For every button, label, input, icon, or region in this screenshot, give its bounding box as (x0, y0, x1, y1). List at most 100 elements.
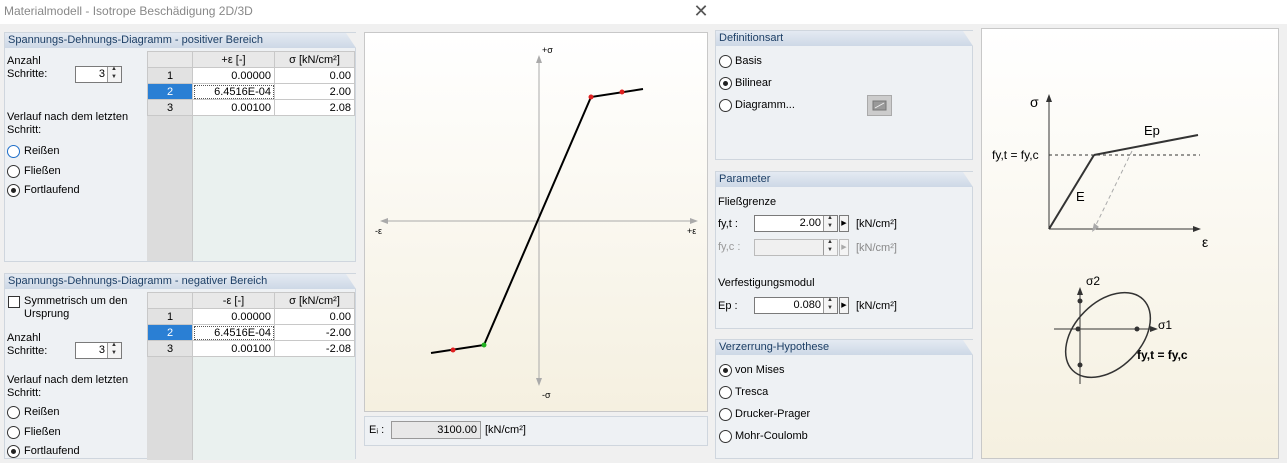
hardening-branch (1093, 134, 1199, 156)
radio-fliessen[interactable] (7, 426, 20, 439)
cell-sigma[interactable]: 0.00 (274, 308, 355, 325)
ep-spinner[interactable]: 0.080 (754, 297, 838, 314)
row-number[interactable]: 3 (147, 99, 193, 116)
table-row[interactable]: 2 6.4516E-04 2.00 (147, 83, 355, 100)
column-header-eps: +ε [-] (192, 51, 275, 68)
unload-line (1093, 150, 1133, 230)
row-number[interactable]: 1 (147, 67, 193, 84)
negative-range-group: Spannungs-Dehnungs-Diagramm - negativer … (4, 273, 356, 460)
positive-steps-spinner[interactable]: 3 (75, 66, 122, 83)
column-header-sigma: σ [kN/cm²] (274, 292, 355, 309)
fyt-label: fy,t : (718, 218, 738, 230)
close-icon[interactable]: ✕ (690, 0, 712, 22)
sigma2-label: σ2 (1086, 274, 1100, 288)
ep-arrow-button[interactable]: ▶ (839, 297, 849, 314)
cell-eps[interactable]: 6.4516E-04 (192, 83, 275, 100)
sigma-arrow (1046, 94, 1052, 102)
radio-drucker-prager[interactable] (719, 408, 732, 421)
fyt-arrow-button[interactable]: ▶ (839, 215, 849, 232)
cell-eps[interactable]: 0.00000 (192, 308, 275, 325)
cell-sigma[interactable]: 0.00 (274, 67, 355, 84)
fyc-spinner (754, 239, 838, 256)
cell-eps[interactable]: 0.00100 (192, 340, 275, 357)
cell-sigma[interactable]: 2.00 (274, 83, 355, 100)
verlauf-label: Verlauf nach dem letzten Schritt: (7, 111, 129, 136)
option-basis-label: Basis (735, 55, 762, 67)
radio-fortlaufend[interactable] (7, 184, 20, 197)
fy2-label: fy,t = fy,c (1137, 348, 1188, 362)
column-header-sigma: σ [kN/cm²] (274, 51, 355, 68)
option-diagramm-label: Diagramm... (735, 99, 795, 111)
fyt-spinner[interactable]: 2.00 (754, 215, 838, 232)
table-row[interactable]: 3 0.00100 2.08 (147, 99, 355, 116)
verfestigungsmodul-label: Verfestigungsmodul (718, 277, 815, 289)
title-bar: Materialmodell - Isotrope Beschädigung 2… (0, 0, 1287, 24)
ellipse-point (1075, 326, 1081, 332)
stress-strain-diagram: +σ -σ -ε +ε (364, 32, 708, 412)
radio-tresca[interactable] (719, 386, 732, 399)
row-number[interactable]: 1 (147, 308, 193, 325)
positive-table: +ε [-] σ [kN/cm²] 1 0.00000 0.00 2 6.4516E-0… (147, 51, 355, 116)
fyc-unit: [kN/cm²] (856, 242, 897, 254)
eps-axis-arrow-left (380, 218, 388, 224)
spinner-arrows-icon[interactable] (107, 342, 121, 358)
fy-label: fy,t = fy,c (992, 148, 1039, 162)
ei-unit: [kN/cm²] (485, 424, 526, 436)
eps-axis-arrow-right (690, 218, 698, 224)
table-row[interactable]: 2 6.4516E-04 -2.00 (147, 324, 355, 341)
diagram-edit-button[interactable] (867, 95, 892, 116)
sigma1-label: σ1 (1158, 318, 1172, 332)
ellipse-point (1077, 298, 1083, 304)
cell-sigma[interactable]: -2.08 (274, 340, 355, 357)
cell-eps[interactable]: 0.00100 (192, 99, 275, 116)
cell-sigma[interactable]: 2.08 (274, 99, 355, 116)
negative-steps-spinner[interactable]: 3 (75, 342, 122, 359)
bilinear-illustration: σ ε fy,t = fy,c Ep E σ2 σ1 fy,t = fy,c (981, 28, 1279, 459)
radio-reissen[interactable] (7, 145, 20, 158)
ei-value-field: 3100.00 (391, 421, 481, 439)
row-number[interactable]: 2 (147, 324, 193, 341)
row-number[interactable]: 2 (147, 83, 193, 100)
option-bilinear-label: Bilinear (735, 77, 772, 89)
epsilon-label: ε (1202, 234, 1208, 250)
cell-sigma[interactable]: -2.00 (274, 324, 355, 341)
radio-fortlaufend[interactable] (7, 445, 20, 458)
parameter-header: Parameter (716, 172, 973, 187)
ellipse-point (1134, 326, 1140, 332)
cell-eps[interactable]: 0.00000 (192, 67, 275, 84)
option-reissen-label: Reißen (24, 145, 60, 157)
definitionsart-group: Definitionsart Basis Bilinear Diagramm..… (715, 30, 973, 160)
radio-von-mises[interactable] (719, 364, 732, 377)
ep-unit: [kN/cm²] (856, 300, 897, 312)
label-plus-sigma: +σ (542, 45, 553, 55)
radio-basis[interactable] (719, 55, 732, 68)
option-fliessen-label: Fließen (24, 426, 61, 438)
ei-row: Eᵢ : 3100.00 [kN/cm²] (364, 416, 708, 446)
radio-reissen[interactable] (7, 406, 20, 419)
spinner-arrows-icon[interactable] (107, 66, 121, 82)
radio-bilinear[interactable] (719, 77, 732, 90)
option-mohr-coulomb-label: Mohr-Coulomb (735, 430, 808, 442)
ep-label: Ep : (718, 300, 738, 312)
sigma-label: σ (1030, 94, 1039, 110)
radio-mohr-coulomb[interactable] (719, 430, 732, 443)
fyc-arrow-button: ▶ (839, 239, 849, 256)
spinner-arrows-icon[interactable] (823, 215, 837, 231)
ellipse-point (1077, 362, 1083, 368)
column-header-eps: -ε [-] (192, 292, 275, 309)
spinner-arrows-icon[interactable] (823, 297, 837, 313)
symmetric-checkbox[interactable] (8, 296, 20, 308)
e-label: E (1076, 189, 1085, 204)
radio-fliessen[interactable] (7, 165, 20, 178)
cell-eps[interactable]: 6.4516E-04 (192, 324, 275, 341)
sigma1-arrow (1150, 326, 1158, 332)
label-plus-eps: +ε (687, 226, 696, 236)
radio-diagramm[interactable] (719, 99, 732, 112)
table-row[interactable]: 1 0.00000 0.00 (147, 67, 355, 84)
row-number[interactable]: 3 (147, 340, 193, 357)
window-title: Materialmodell - Isotrope Beschädigung 2… (4, 4, 253, 18)
table-row[interactable]: 1 0.00000 0.00 (147, 308, 355, 325)
table-row[interactable]: 3 0.00100 -2.08 (147, 340, 355, 357)
parameter-group: Parameter Fließgrenze fy,t : 2.00 ▶ [kN/… (715, 171, 973, 329)
option-fortlaufend-label: Fortlaufend (24, 184, 80, 196)
